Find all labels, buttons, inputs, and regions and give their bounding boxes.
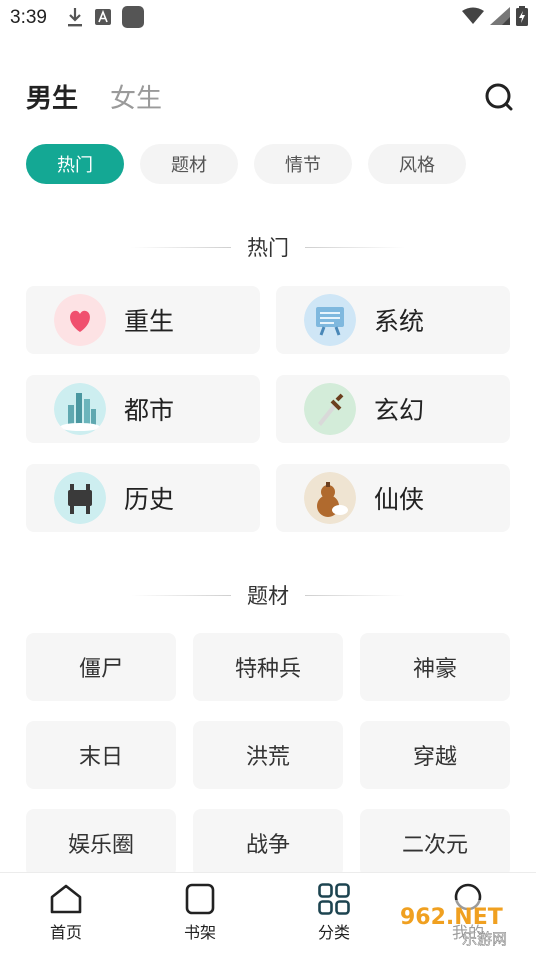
topic-item[interactable]: 战争 xyxy=(193,809,343,877)
hot-item-label: 都市 xyxy=(124,396,175,425)
divider xyxy=(305,246,405,248)
divider xyxy=(305,594,405,596)
topic-grid: 僵尸 特种兵 神豪 末日 洪荒 穿越 娱乐圈 战争 二次元 xyxy=(26,633,510,877)
watermark-bottom-text: 乐游网 xyxy=(462,930,507,948)
chip-plot[interactable]: 情节 xyxy=(254,144,352,184)
topic-item[interactable]: 神豪 xyxy=(360,633,510,701)
section-title-text: 热门 xyxy=(247,236,289,260)
top-nav: 男生 女生 xyxy=(26,78,516,114)
topic-item[interactable]: 洪荒 xyxy=(193,721,343,789)
hot-item-rebirth[interactable]: 重生 xyxy=(26,286,260,354)
section-title-hot: 热门 xyxy=(0,232,536,262)
hot-item-history[interactable]: 历史 xyxy=(26,464,260,532)
nav-category[interactable]: 分类 xyxy=(289,883,379,943)
category-chips: 热门 题材 情节 风格 xyxy=(26,144,466,184)
wifi-icon xyxy=(462,7,484,24)
tab-female[interactable]: 女生 xyxy=(110,78,162,115)
nav-label: 书架 xyxy=(183,923,216,942)
section-title-text: 题材 xyxy=(247,584,289,608)
hot-item-xianxia[interactable]: 仙侠 xyxy=(276,464,510,532)
topic-item[interactable]: 特种兵 xyxy=(193,633,343,701)
hot-item-city[interactable]: 都市 xyxy=(26,375,260,443)
nav-home[interactable]: 首页 xyxy=(21,883,111,943)
topic-item[interactable]: 二次元 xyxy=(360,809,510,877)
topic-item[interactable]: 末日 xyxy=(26,721,176,789)
chip-topic[interactable]: 题材 xyxy=(140,144,238,184)
sword-icon xyxy=(304,383,356,435)
nav-label: 首页 xyxy=(49,923,82,942)
home-icon xyxy=(50,884,82,914)
watermark-logo: 962.NET 乐游网 xyxy=(396,900,530,948)
status-time: 3:39 xyxy=(10,7,47,28)
hot-item-label: 重生 xyxy=(124,307,175,336)
topic-item[interactable]: 娱乐圈 xyxy=(26,809,176,877)
section-title-topic: 题材 xyxy=(0,580,536,610)
bronze-vessel-icon xyxy=(54,472,106,524)
app-square-icon xyxy=(122,6,144,28)
search-icon[interactable] xyxy=(484,82,514,112)
hot-item-fantasy[interactable]: 玄幻 xyxy=(276,375,510,443)
hot-item-label: 历史 xyxy=(124,485,175,514)
battery-icon xyxy=(516,6,528,26)
city-icon xyxy=(54,383,106,435)
divider xyxy=(131,246,231,248)
bookshelf-icon xyxy=(185,883,215,915)
chip-style[interactable]: 风格 xyxy=(368,144,466,184)
screen-icon xyxy=(304,294,356,346)
hot-grid: 重生 系统 都市 玄幻 历史 仙侠 xyxy=(26,286,510,532)
category-icon xyxy=(318,883,350,915)
status-bar: 3:39 xyxy=(0,0,536,38)
signal-icon xyxy=(490,7,510,25)
download-icon xyxy=(68,8,82,27)
hot-item-label: 系统 xyxy=(374,307,425,336)
hot-item-system[interactable]: 系统 xyxy=(276,286,510,354)
gourd-icon xyxy=(304,472,356,524)
nav-label: 分类 xyxy=(317,923,350,942)
chip-hot[interactable]: 热门 xyxy=(26,144,124,184)
topic-item[interactable]: 穿越 xyxy=(360,721,510,789)
topic-item[interactable]: 僵尸 xyxy=(26,633,176,701)
heart-icon xyxy=(54,294,106,346)
a-letter-icon xyxy=(95,9,111,25)
hot-item-label: 玄幻 xyxy=(374,396,425,425)
watermark-top-text: 962.NET xyxy=(400,905,503,930)
nav-bookshelf[interactable]: 书架 xyxy=(155,883,245,943)
divider xyxy=(131,594,231,596)
tab-male[interactable]: 男生 xyxy=(26,78,78,115)
hot-item-label: 仙侠 xyxy=(374,485,425,514)
